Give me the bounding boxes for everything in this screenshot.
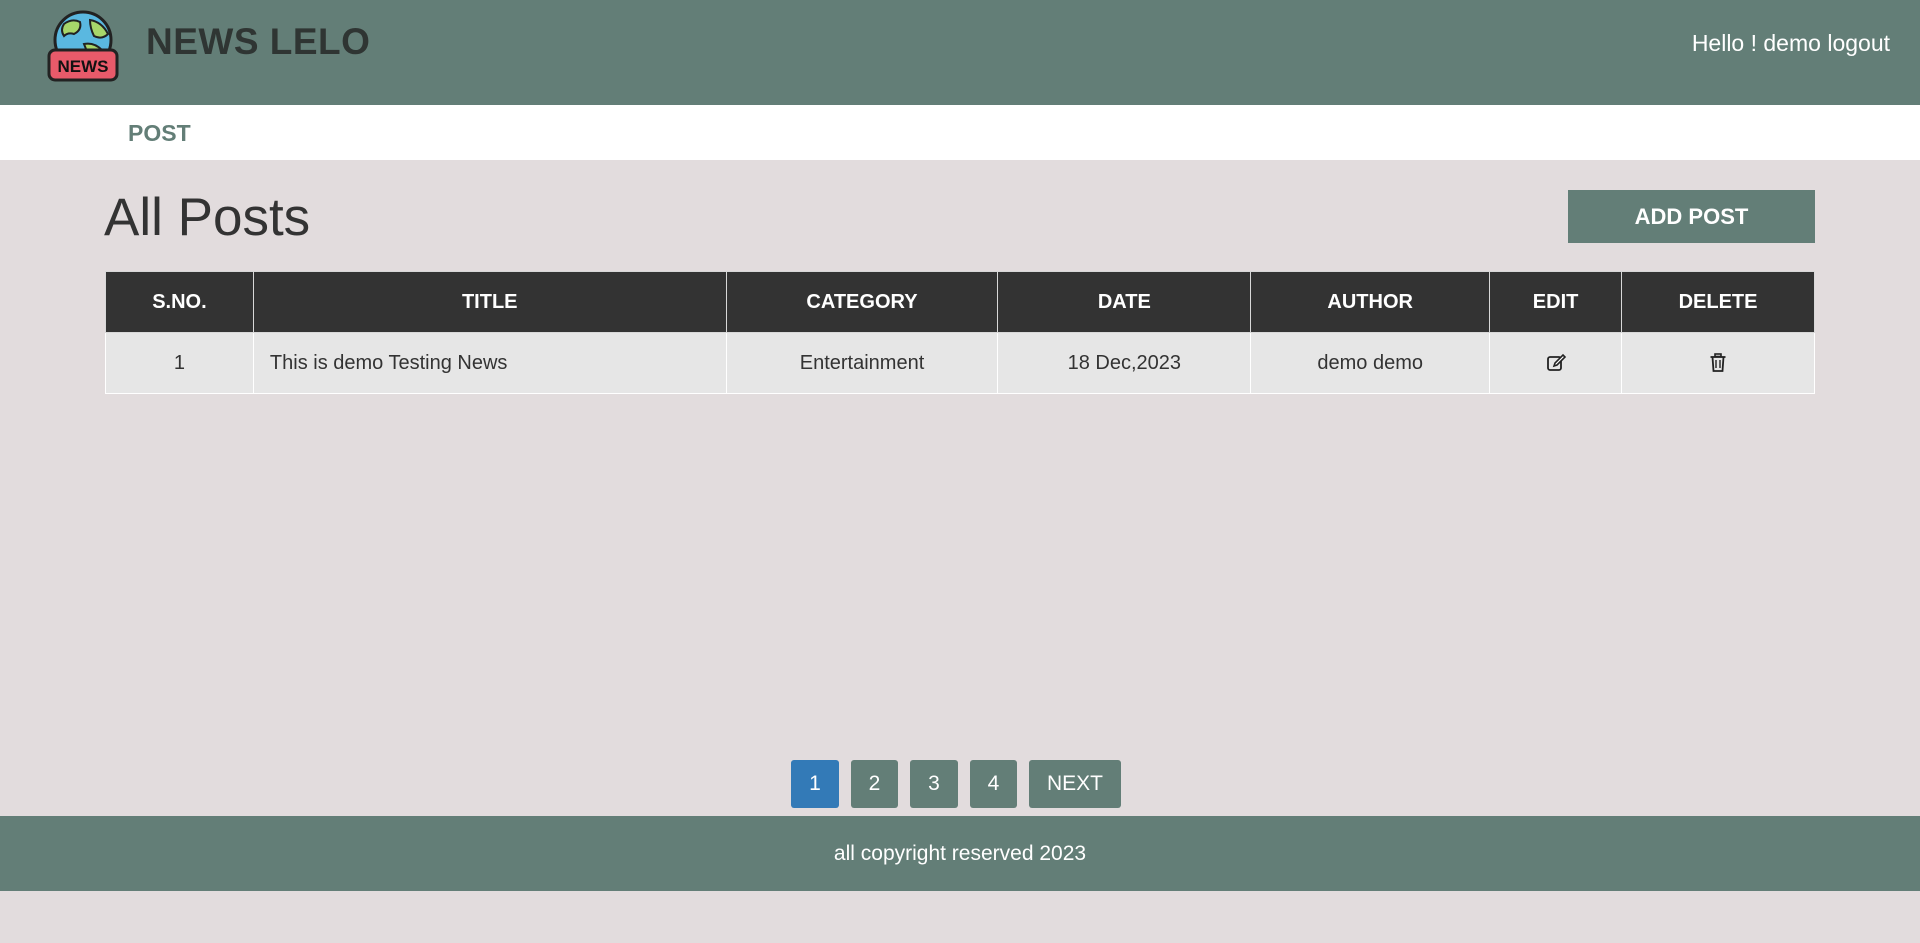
cell-delete [1621,332,1815,394]
column-header-sno: S.NO. [105,271,254,333]
nav-item-post[interactable]: POST [128,119,191,147]
page-title: All Posts [104,188,311,247]
cell-author: demo demo [1250,332,1491,394]
page-button-4[interactable]: 4 [970,760,1017,808]
add-post-button[interactable]: ADD POST [1568,190,1815,243]
column-header-title: TITLE [252,271,727,333]
logo-text: NEWS [58,57,109,76]
site-footer: all copyright reserved 2023 [0,816,1920,891]
cell-title: This is demo Testing News [252,332,727,394]
logout-link[interactable]: logout [1827,30,1890,56]
page-button-3[interactable]: 3 [910,760,958,808]
greeting-text: Hello ! demo [1691,30,1821,56]
main-nav: POST [0,105,1920,160]
column-header-category: CATEGORY [725,271,999,333]
column-header-delete: DELETE [1621,271,1815,333]
edit-icon[interactable] [1545,352,1567,374]
cell-edit [1489,332,1623,394]
cell-date: 18 Dec,2023 [997,332,1252,394]
page-button-1[interactable]: 1 [791,760,839,808]
cell-sno: 1 [105,332,254,394]
trash-icon[interactable] [1707,352,1729,374]
table-row: 1 This is demo Testing News Entertainmen… [105,332,1815,394]
cell-category: Entertainment [725,332,999,394]
user-area: Hello ! demo logout [1692,27,1890,59]
table-header-row: S.NO. TITLE CATEGORY DATE AUTHOR EDIT DE… [105,271,1815,333]
column-header-date: DATE [997,271,1252,333]
posts-table: S.NO. TITLE CATEGORY DATE AUTHOR EDIT DE… [105,271,1815,394]
news-logo-icon[interactable]: NEWS [46,10,120,82]
next-page-button[interactable]: NEXT [1029,760,1121,808]
site-brand[interactable]: NEWS LELO [146,18,370,66]
site-header: NEWS NEWS LELO Hello ! demo logout [0,0,1920,105]
page-button-2[interactable]: 2 [851,760,898,808]
column-header-edit: EDIT [1489,271,1623,333]
column-header-author: AUTHOR [1250,271,1491,333]
